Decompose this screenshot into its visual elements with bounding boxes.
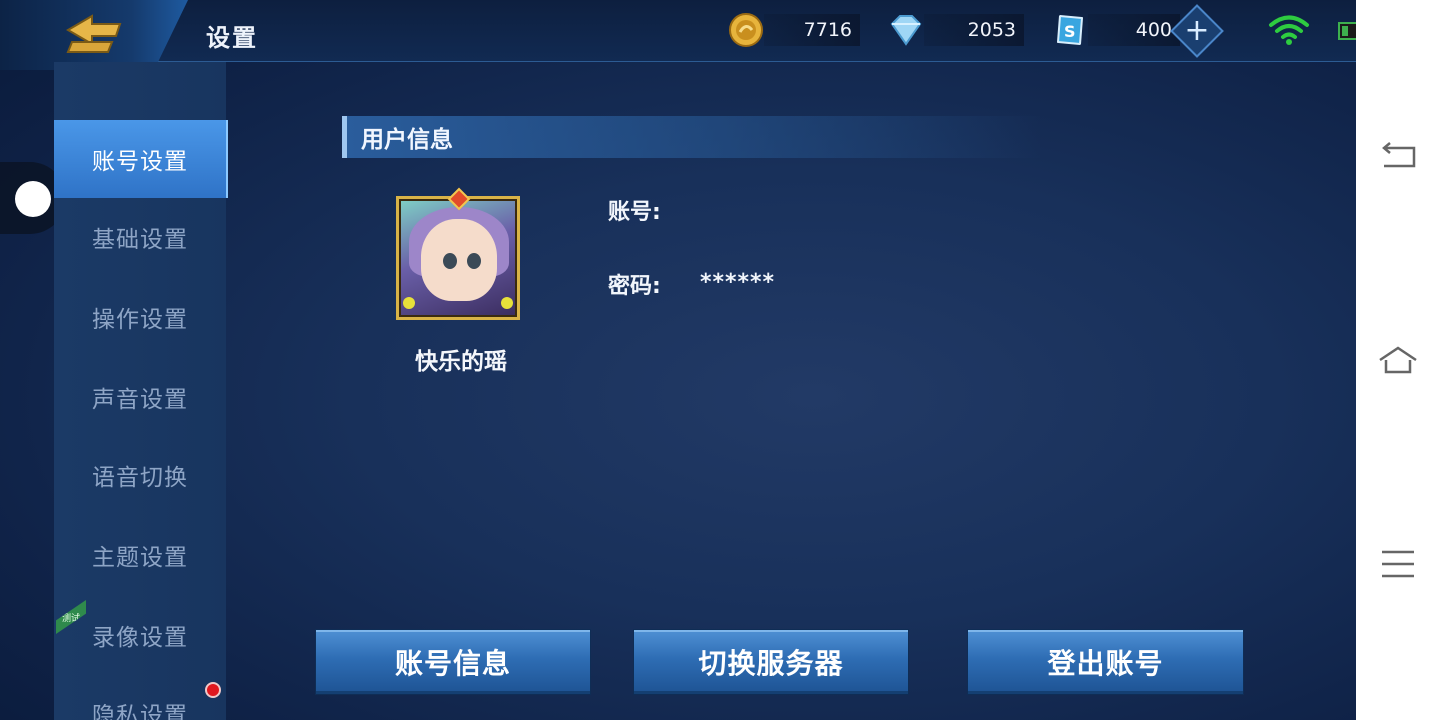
sidebar-item-privacy-settings[interactable]: 隐私设置 bbox=[54, 674, 226, 720]
page-title: 设置 bbox=[206, 24, 258, 52]
switch-server-button[interactable]: 切换服务器 bbox=[634, 630, 908, 694]
logout-button[interactable]: 登出账号 bbox=[968, 630, 1243, 694]
nav-back-icon[interactable] bbox=[1376, 134, 1420, 178]
account-label: 账号: bbox=[608, 200, 661, 225]
account-info-button[interactable]: 账号信息 bbox=[316, 630, 590, 694]
diamond-counter: 2053 bbox=[888, 12, 1024, 48]
top-bar: 设置 7716 2053 S 400 + bbox=[0, 0, 1356, 70]
password-label: 密码: bbox=[608, 274, 661, 299]
gold-coin-icon bbox=[729, 13, 763, 47]
nav-home-icon[interactable] bbox=[1376, 338, 1420, 382]
system-nav-bar bbox=[1356, 0, 1440, 720]
coupon-icon: S bbox=[1056, 14, 1084, 46]
svg-text:S: S bbox=[1064, 22, 1076, 41]
plus-icon: + bbox=[1184, 13, 1210, 48]
sidebar-item-voice-switch[interactable]: 语音切换 bbox=[54, 436, 226, 514]
sidebar-item-account-settings[interactable]: 账号设置 bbox=[54, 120, 228, 198]
battery-icon bbox=[1338, 22, 1356, 40]
avatar[interactable] bbox=[396, 187, 520, 320]
game-screen: 设置 7716 2053 S 400 + 账号设置 基础设置 操作设置 声音设置… bbox=[0, 0, 1356, 720]
sidebar-item-control-settings[interactable]: 操作设置 bbox=[54, 278, 226, 356]
wifi-icon bbox=[1269, 15, 1309, 45]
settings-sidebar: 账号设置 基础设置 操作设置 声音设置 语音切换 主题设置 录像设置 隐私设置 bbox=[54, 62, 228, 720]
player-nickname: 快乐的瑶 bbox=[415, 349, 507, 375]
user-info-header: 用户信息 bbox=[342, 116, 1042, 158]
sidebar-item-sound-settings[interactable]: 声音设置 bbox=[54, 358, 226, 436]
coupon-counter: S 400 bbox=[1052, 12, 1180, 48]
gold-counter: 7716 bbox=[728, 12, 860, 48]
notification-dot bbox=[205, 682, 221, 698]
nav-menu-icon[interactable] bbox=[1376, 542, 1420, 586]
coupon-value: 400 bbox=[1088, 14, 1180, 46]
back-button[interactable] bbox=[0, 0, 188, 70]
gold-value: 7716 bbox=[764, 14, 860, 46]
back-arrow-icon bbox=[66, 14, 122, 53]
diamond-icon bbox=[890, 15, 922, 46]
password-value: ****** bbox=[700, 270, 776, 295]
sidebar-item-basic-settings[interactable]: 基础设置 bbox=[54, 198, 226, 276]
diamond-value: 2053 bbox=[924, 14, 1024, 46]
sidebar-item-theme-settings[interactable]: 主题设置 bbox=[54, 516, 226, 594]
circle-icon bbox=[15, 181, 51, 217]
